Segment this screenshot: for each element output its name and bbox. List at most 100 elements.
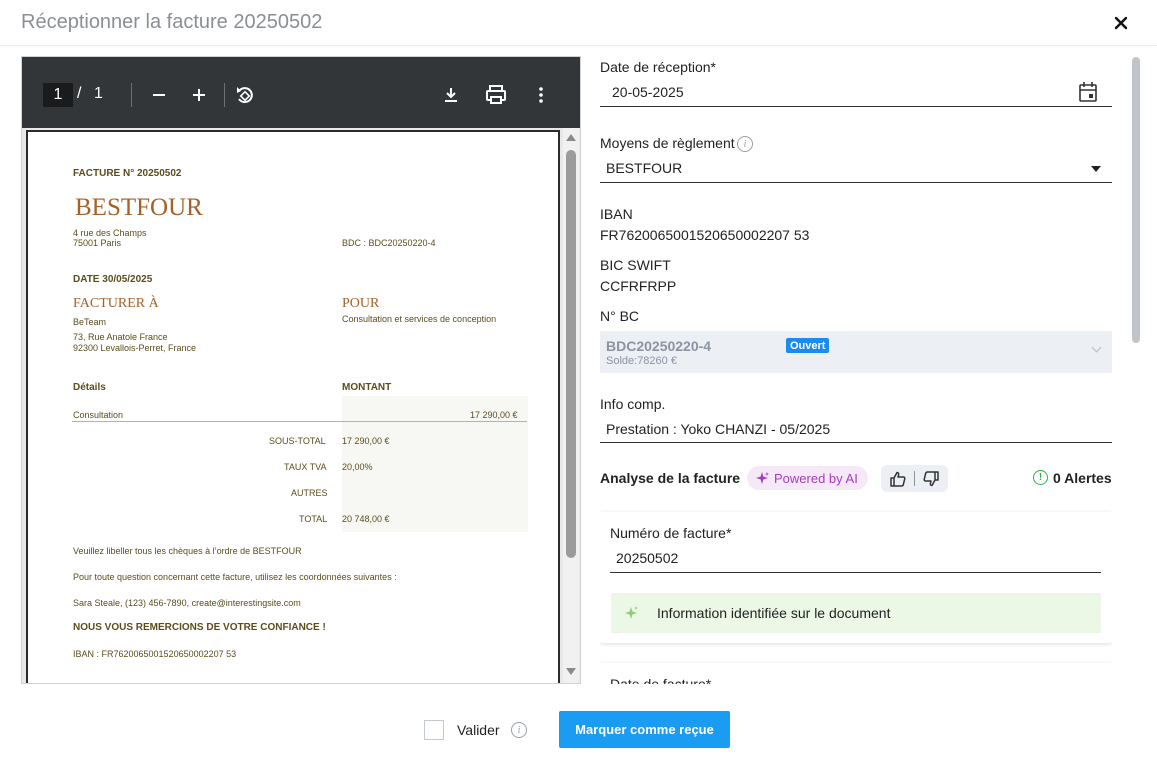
- bill-to-heading: FACTURER À: [73, 296, 159, 311]
- info-icon[interactable]: i: [737, 136, 753, 152]
- line-item: Consultation: [73, 410, 124, 420]
- thumbs-down-button[interactable]: [921, 469, 941, 489]
- cheque-note: Veuillez libeller tous les chèques à l’o…: [73, 546, 302, 556]
- pdf-viewer: 1 / 1 FACTURE N° 20250502 BESTFOUR 4 rue…: [21, 56, 581, 684]
- sparkle-icon: [625, 606, 638, 619]
- tva-value: 20,00%: [342, 462, 373, 472]
- print-icon: [486, 85, 506, 104]
- payment-label: Moyens de règlement: [600, 135, 735, 151]
- bill-to-name: BeTeam: [73, 317, 107, 327]
- total-label: TOTAL: [299, 514, 328, 524]
- company-name: BESTFOUR: [75, 194, 203, 221]
- form-scrollbar[interactable]: [1132, 57, 1140, 343]
- thanks-line: NOUS VOUS REMERCIONS DE VOTRE CONFIANCE …: [73, 622, 326, 633]
- iban-label: IBAN: [600, 206, 633, 222]
- mark-received-button[interactable]: Marquer comme reçue: [559, 711, 730, 748]
- date-reception-underline: [600, 106, 1112, 107]
- page-total: 1: [94, 85, 103, 102]
- company-street: 4 rue des Champs: [73, 228, 147, 238]
- invoice-number-heading: FACTURE N° 20250502: [73, 168, 182, 179]
- toolbar-divider: [224, 83, 225, 107]
- bc-select[interactable]: BDC20250220-4 Solde:78260 € Ouvert: [600, 331, 1112, 373]
- bic-value: CCFRFRPP: [600, 278, 677, 294]
- thumbs-up-button[interactable]: [888, 469, 908, 489]
- feedback-divider: [914, 471, 915, 486]
- analysis-title: Analyse de la facture: [600, 470, 741, 486]
- close-button[interactable]: [1108, 10, 1134, 36]
- thumbs-down-icon: [923, 471, 939, 487]
- download-button[interactable]: [437, 81, 465, 109]
- pdf-toolbar: 1 / 1: [22, 57, 580, 128]
- feedback-group: [881, 465, 948, 492]
- bill-to-city: 92300 Levallois-Perret, France: [73, 343, 197, 353]
- modal-title: Réceptionner la facture 20250502: [21, 11, 323, 33]
- zoom-out-button[interactable]: [145, 81, 173, 109]
- close-icon: [1114, 16, 1128, 30]
- validate-checkbox[interactable]: [424, 720, 444, 740]
- bc-number: BDC20250220-4: [606, 338, 712, 354]
- calendar-icon[interactable]: [1078, 81, 1098, 103]
- iban-value: FR7620065001520650002207 53: [600, 227, 810, 243]
- payment-select[interactable]: BESTFOUR: [606, 160, 682, 176]
- company-city: 75001 Paris: [73, 238, 122, 248]
- page-separator: /: [77, 85, 82, 102]
- date-reception-input[interactable]: 20-05-2025: [612, 84, 684, 100]
- for-text: Consultation et services de conception: [342, 314, 497, 324]
- status-badge: Ouvert: [786, 338, 830, 353]
- invoice-date-card: Date de facture*: [600, 663, 1112, 684]
- invoice-number-underline: [610, 572, 1101, 573]
- bdc-reference: BDC : BDC20250220-4: [342, 238, 436, 248]
- invoice-number-input[interactable]: 20250502: [616, 550, 678, 566]
- more-options-button[interactable]: [527, 81, 555, 109]
- minus-icon: [153, 94, 165, 96]
- info-comp-input[interactable]: Prestation : Yoko CHANZI - 05/2025: [606, 421, 830, 437]
- dropdown-arrow-icon[interactable]: [1091, 166, 1101, 172]
- invoice-date-label: Date de facture*: [610, 676, 712, 684]
- chevron-down-icon: [1091, 342, 1102, 353]
- modal-header: Réceptionner la facture 20250502: [0, 0, 1157, 46]
- info-comp-label: Info comp.: [600, 396, 666, 412]
- page-number-input[interactable]: 1: [43, 83, 73, 107]
- scroll-thumb[interactable]: [566, 150, 576, 558]
- details-header: Détails: [73, 382, 106, 393]
- line-amount: 17 290,00 €: [470, 410, 518, 420]
- amount-header: MONTANT: [342, 382, 392, 393]
- pdf-page-area: FACTURE N° 20250502 BESTFOUR 4 rue des C…: [22, 128, 580, 683]
- ai-info-text: Information identifiée sur le document: [657, 605, 891, 621]
- plus-icon: [193, 89, 205, 101]
- scroll-up-arrow-icon[interactable]: [566, 134, 576, 141]
- info-icon[interactable]: i: [511, 722, 527, 738]
- rotate-button[interactable]: [231, 81, 259, 109]
- zoom-in-button[interactable]: [185, 81, 213, 109]
- ai-badge: Powered by AI: [747, 466, 868, 490]
- subtotal-value: 17 290,00 €: [342, 436, 390, 446]
- question-note: Pour toute question concernant cette fac…: [73, 572, 397, 582]
- table-rule: [72, 421, 527, 422]
- alert-icon: !: [1033, 470, 1048, 485]
- subtotal-label: SOUS-TOTAL: [269, 436, 326, 446]
- toolbar-divider: [131, 83, 132, 107]
- ai-badge-label: Powered by AI: [774, 470, 858, 486]
- bc-label: N° BC: [600, 308, 640, 324]
- more-vertical-icon: [539, 87, 543, 103]
- invoice-number-label: Numéro de facture*: [610, 525, 732, 541]
- pdf-page: FACTURE N° 20250502 BESTFOUR 4 rue des C…: [26, 130, 560, 683]
- contact-line: Sara Steale, (123) 456-7890, create@inte…: [73, 598, 301, 608]
- date-reception-label: Date de réception*: [600, 59, 716, 75]
- pdf-scrollbar[interactable]: [563, 128, 579, 683]
- download-icon: [445, 88, 457, 102]
- sparkle-icon: [756, 472, 769, 484]
- other-label: AUTRES: [291, 488, 328, 498]
- ai-info-banner: Information identifiée sur le document: [611, 593, 1101, 633]
- for-heading: POUR: [342, 296, 380, 311]
- invoice-number-card: Numéro de facture* 20250502 Information …: [600, 512, 1112, 643]
- alerts-count: 0 Alertes: [1053, 470, 1112, 486]
- bc-solde: Solde:78260 €: [606, 355, 677, 367]
- bill-to-street: 73, Rue Anatole France: [73, 332, 168, 342]
- print-button[interactable]: [482, 81, 510, 109]
- reception-form: Date de réception* 20-05-2025 Moyens de …: [600, 56, 1112, 684]
- scroll-down-arrow-icon[interactable]: [566, 668, 576, 675]
- thumbs-up-icon: [890, 471, 906, 487]
- rotate-icon: [237, 87, 253, 104]
- iban-line: IBAN : FR7620065001520650002207 53: [73, 649, 237, 659]
